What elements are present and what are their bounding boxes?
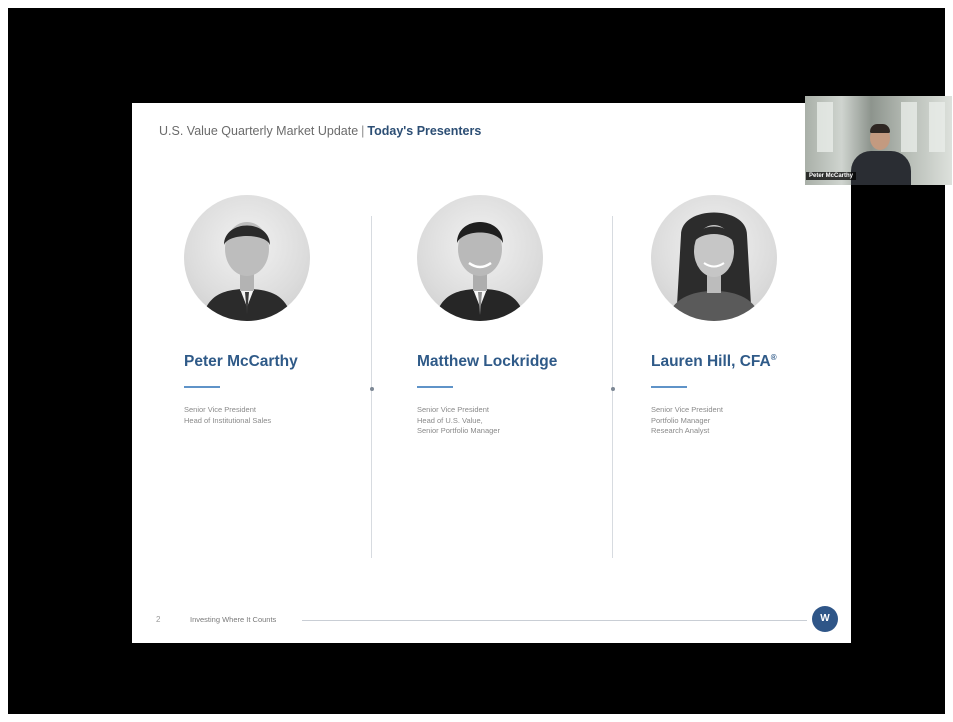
background-window [817,102,833,152]
presenter-photo [184,195,310,321]
participant-body [851,151,911,185]
presenter-photo [651,195,777,321]
presenter-name-underline [417,386,453,388]
presenter-name: Matthew Lockridge [417,353,558,370]
slide-title: U.S. Value Quarterly Market Update | Today… [159,124,481,138]
presenter-titles: Senior Vice President Head of Institutio… [184,405,271,426]
presenter-name: Peter McCarthy [184,353,298,370]
cfa-registered-mark: ® [770,353,777,362]
presenter-title-line: Head of Institutional Sales [184,415,272,425]
participant-name-label: Peter McCarthy [806,172,857,180]
footer-tagline: Investing Where It Counts [190,615,277,624]
presentation-slide: U.S. Value Quarterly Market Update | Today… [132,103,851,643]
presenter-name: Lauren Hill, CFA® [651,353,777,371]
slide-title-prefix: U.S. Value Quarterly Market Update [159,124,359,138]
presenter-title-line: Portfolio Manager [651,415,711,425]
participant-video-tile[interactable]: Peter McCarthy [805,96,952,185]
column-divider-dot [611,387,615,391]
presenter-title-line: Head of U.S. Value, [417,415,483,425]
slide-page-number: 2 [156,615,161,624]
presenter-title-line: Senior Portfolio Manager [417,426,500,435]
presenter-title-line: Senior Vice President [184,405,256,414]
presenter-name-underline [651,386,687,388]
presenter-photo [417,195,543,321]
presenter-name-underline [184,386,220,388]
background-window [929,102,945,152]
presenter-title-line: Senior Vice President [417,405,489,414]
presenter-title-line: Senior Vice President [651,405,723,414]
participant-hair [870,124,890,133]
column-divider-dot [370,387,374,391]
presenter-titles: Senior Vice President Portfolio Manager … [651,405,723,437]
company-logo-icon: W [812,606,838,632]
presenter-title-line: Research Analyst [651,426,710,435]
presenter-titles: Senior Vice President Head of U.S. Value… [417,405,500,437]
presenter-name-text: Lauren Hill, CFA [651,353,771,371]
background-window [901,102,917,152]
footer-divider [302,620,807,621]
slide-title-highlight: Today's Presenters [367,124,482,138]
